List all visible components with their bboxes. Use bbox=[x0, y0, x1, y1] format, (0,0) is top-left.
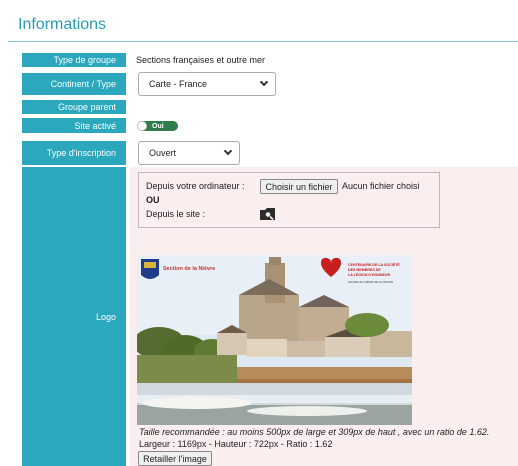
from-computer-label: Depuis votre ordinateur : bbox=[146, 181, 245, 191]
svg-text:Section de la Nièvre: Section de la Nièvre bbox=[163, 266, 215, 272]
site-active-toggle[interactable]: Oui bbox=[137, 121, 178, 131]
resize-image-button[interactable]: Retailler l'image bbox=[138, 451, 212, 466]
toggle-knob bbox=[137, 121, 147, 131]
label-type-groupe: Type de groupe bbox=[22, 53, 126, 67]
type-groupe-value: Sections françaises et outre mer bbox=[136, 55, 266, 65]
logo-preview-image: Section de la Nièvre CENTENAIRE DE LA SO… bbox=[137, 255, 412, 425]
title-divider bbox=[8, 41, 518, 42]
recommended-size-note: Taille recommandée : au moins 500px de l… bbox=[139, 427, 490, 437]
type-inscription-select[interactable]: Ouvert bbox=[138, 141, 240, 165]
label-site-active: Site activé bbox=[22, 118, 126, 133]
continent-type-selected: Carte - France bbox=[149, 79, 208, 89]
browse-site-icon[interactable] bbox=[259, 206, 277, 221]
no-file-text: Aucun fichier choisi bbox=[342, 181, 420, 191]
svg-text:DES MEMBRES DE: DES MEMBRES DE bbox=[348, 268, 381, 272]
chevron-down-icon bbox=[259, 77, 269, 87]
label-logo: Logo bbox=[22, 167, 126, 466]
chevron-down-icon bbox=[223, 146, 233, 156]
type-inscription-selected: Ouvert bbox=[149, 148, 177, 158]
label-type-inscription: Type d'inscription bbox=[22, 141, 126, 165]
continent-type-select[interactable]: Carte - France bbox=[138, 72, 276, 96]
svg-text:100 ANS AU CŒUR DE LA NATION: 100 ANS AU CŒUR DE LA NATION bbox=[348, 280, 393, 284]
page-title: Informations bbox=[18, 16, 107, 33]
type-groupe-value-container: Sections françaises et outre mer bbox=[136, 53, 265, 67]
label-continent-type: Continent / Type bbox=[22, 73, 126, 95]
svg-text:LA LÉGION D'HONNEUR: LA LÉGION D'HONNEUR bbox=[348, 272, 390, 277]
image-dimensions-note: Largeur : 1169px - Hauteur : 722px - Rat… bbox=[139, 439, 333, 449]
or-text: OU bbox=[146, 195, 160, 205]
label-groupe-parent: Groupe parent bbox=[22, 100, 126, 114]
choose-file-button[interactable]: Choisir un fichier bbox=[260, 179, 338, 194]
svg-text:CENTENAIRE DE LA SOCIÉTÉ: CENTENAIRE DE LA SOCIÉTÉ bbox=[348, 262, 400, 267]
from-site-label: Depuis le site : bbox=[146, 209, 206, 219]
toggle-label: Oui bbox=[152, 122, 164, 130]
